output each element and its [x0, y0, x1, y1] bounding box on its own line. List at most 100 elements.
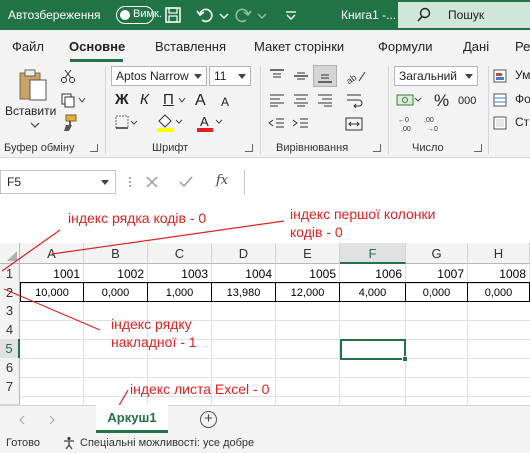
search-box[interactable]: Пошук	[398, 2, 530, 28]
group-divider	[105, 66, 106, 154]
percent-button[interactable]: %	[434, 91, 449, 111]
number-group-label: Число	[412, 142, 444, 154]
font-name-select[interactable]: Aptos Narrow	[111, 66, 207, 86]
cut-icon[interactable]	[60, 68, 76, 84]
sheet-tab-1[interactable]: Аркуш1	[96, 405, 168, 433]
annotation-invoice-row-2: накладної - 1	[111, 334, 197, 350]
fill-color-icon[interactable]	[155, 113, 183, 132]
merge-center-icon[interactable]	[345, 116, 367, 132]
tab-data[interactable]: Дані	[463, 39, 489, 54]
tab-insert[interactable]: Вставлення	[155, 39, 226, 54]
cancel-icon[interactable]	[145, 175, 159, 189]
increase-decimal-icon[interactable]: ←0 ,00	[397, 115, 419, 133]
add-sheet-button[interactable]: +	[200, 411, 217, 428]
number-format-select[interactable]: Загальний	[394, 66, 478, 86]
align-middle-icon[interactable]	[292, 68, 310, 84]
alignment-launcher-icon[interactable]	[373, 144, 381, 152]
align-bottom-button[interactable]	[313, 65, 337, 87]
paste-dropdown-icon[interactable]	[30, 121, 40, 129]
autosave-label: Автозбереження	[8, 8, 101, 22]
decrease-indent-icon[interactable]	[268, 116, 286, 132]
wrap-text-icon[interactable]	[345, 92, 363, 108]
font-color-icon[interactable]: A	[195, 113, 223, 132]
scroll-left-icon[interactable]	[18, 415, 26, 425]
paste-icon[interactable]	[17, 68, 49, 102]
accessibility-icon[interactable]	[62, 436, 76, 450]
number-launcher-icon[interactable]	[474, 144, 482, 152]
font-shrink-button[interactable]: A	[221, 95, 229, 109]
underline-button[interactable]: П	[163, 91, 174, 108]
title-bar: Автозбереження Вимк. Книга1 -... Пошук	[0, 0, 530, 30]
align-right-icon[interactable]	[316, 92, 334, 108]
increase-indent-icon[interactable]	[292, 116, 310, 132]
name-box[interactable]: F5	[0, 170, 116, 194]
align-left-icon[interactable]	[268, 92, 286, 108]
tab-formulas[interactable]: Формули	[378, 39, 433, 54]
tab-file[interactable]: Файл	[12, 39, 44, 54]
italic-button[interactable]: К	[140, 91, 149, 108]
comma-style-button[interactable]: 000	[458, 95, 476, 107]
font-grow-button[interactable]: A	[195, 92, 206, 110]
undo-icon[interactable]	[195, 5, 215, 25]
conditional-format-icon[interactable]	[493, 69, 507, 83]
copy-icon[interactable]	[60, 92, 76, 108]
align-top-icon[interactable]	[268, 68, 286, 84]
tab-home[interactable]: Основне	[69, 39, 125, 54]
annotation-invoice-row-1: індекс рядку	[111, 316, 192, 332]
orientation-icon[interactable]: ab	[345, 68, 367, 84]
sheet-tab-bar	[0, 405, 530, 433]
clipboard-group-label: Буфер обміну	[4, 142, 75, 154]
workbook-title: Книга1 -...	[341, 8, 397, 22]
conditional-format-label[interactable]: Ум	[515, 68, 530, 82]
format-as-table-label[interactable]: Фо	[515, 92, 530, 106]
ribbon-tabs: Файл Основне Вставлення Макет сторінки Ф…	[0, 30, 530, 62]
bold-button[interactable]: Ж	[115, 91, 129, 108]
group-divider	[260, 66, 261, 154]
align-center-icon[interactable]	[292, 92, 310, 108]
decrease-decimal-icon[interactable]: ,00 →0	[423, 115, 445, 133]
undo-dropdown-icon[interactable]	[218, 5, 230, 25]
underline-dropdown-icon[interactable]	[178, 97, 186, 103]
insert-function-button[interactable]: fx	[216, 173, 228, 188]
font-group-label: Шрифт	[152, 142, 189, 154]
format-as-table-icon[interactable]	[493, 93, 507, 107]
cell-styles-label[interactable]: Ст	[515, 115, 529, 129]
chevron-down-icon	[101, 180, 109, 185]
drag-handle-icon[interactable]	[128, 174, 132, 190]
cell-styles-icon[interactable]	[493, 116, 507, 130]
redo-icon[interactable]	[233, 5, 253, 25]
autosave-toggle[interactable]: Вимк.	[116, 6, 162, 24]
toggle-state: Вимк.	[133, 8, 162, 20]
alignment-group-label: Вирівнювання	[276, 142, 349, 154]
svg-text:→0: →0	[427, 126, 438, 133]
chevron-down-icon	[465, 74, 473, 79]
scroll-right-icon[interactable]	[48, 415, 56, 425]
svg-text:,00: ,00	[424, 117, 434, 124]
font-name-value: Aptos Narrow	[116, 69, 189, 83]
chevron-down-icon	[194, 74, 202, 79]
annotation-lines	[1, 220, 285, 410]
format-painter-icon[interactable]	[60, 114, 78, 132]
redo-dropdown-icon[interactable]	[256, 5, 268, 25]
clipboard-launcher-icon[interactable]	[90, 144, 98, 152]
borders-icon[interactable]	[114, 114, 138, 132]
svg-text:A: A	[200, 114, 209, 129]
tab-review[interactable]: Ре	[515, 39, 530, 54]
copy-dropdown-icon[interactable]	[78, 97, 86, 103]
font-launcher-icon[interactable]	[245, 144, 253, 152]
formula-buttons: fx	[128, 170, 244, 194]
formula-input[interactable]	[244, 170, 530, 194]
enter-icon[interactable]	[179, 175, 193, 189]
customize-toolbar-icon[interactable]	[283, 5, 299, 25]
search-icon	[417, 7, 431, 22]
font-size-select[interactable]: 11	[209, 66, 251, 86]
status-accessibility[interactable]: Спеціальні можливості: усе добре	[80, 437, 254, 449]
accounting-format-icon[interactable]	[396, 92, 422, 110]
save-icon[interactable]	[163, 5, 183, 25]
svg-text:←0: ←0	[398, 117, 409, 124]
tab-page-layout[interactable]: Макет сторінки	[254, 39, 344, 54]
annotation-row-code-index: індекс рядка кодів - 0	[68, 210, 207, 226]
paste-button[interactable]: Вставити	[5, 104, 56, 118]
align-bottom-icon	[318, 74, 332, 83]
font-size-value: 11	[214, 69, 227, 83]
